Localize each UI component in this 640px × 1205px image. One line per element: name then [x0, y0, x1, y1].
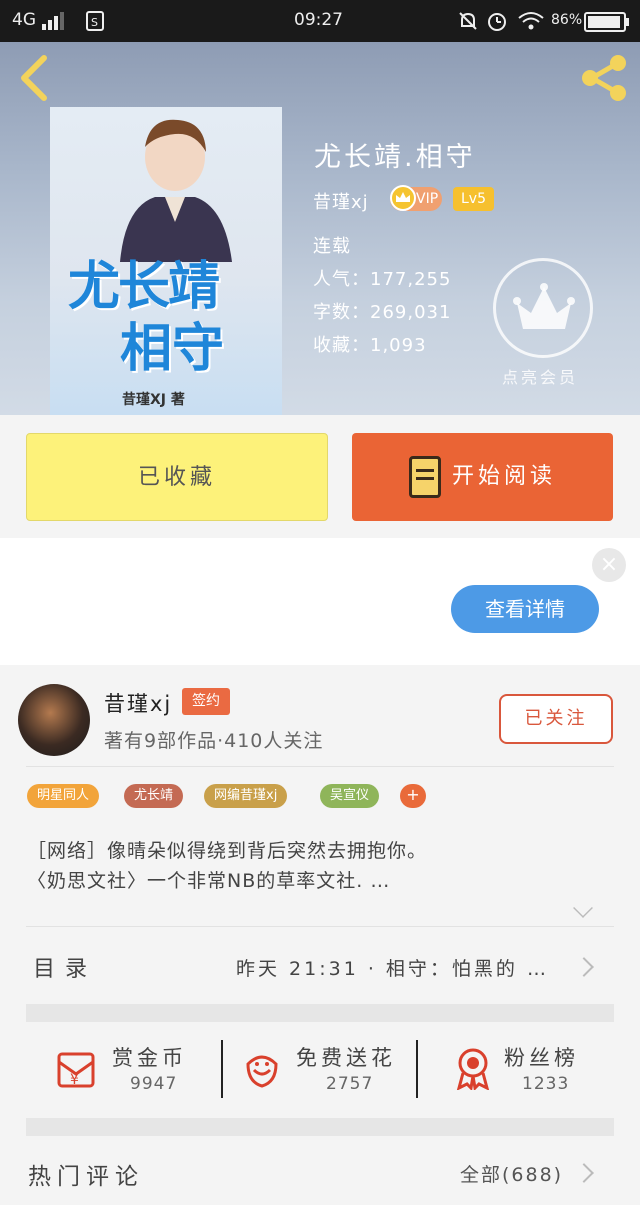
member-label: 点亮会员: [502, 368, 579, 387]
divider: [26, 766, 614, 767]
expand-chevron-icon[interactable]: [573, 898, 593, 918]
vip-crown-icon: [390, 185, 416, 211]
share-icon[interactable]: [578, 52, 630, 104]
hot-comments-label: 热门评论: [28, 1164, 144, 1190]
stat-value: 1233: [522, 1074, 570, 1094]
stat-label[interactable]: 粉丝榜: [504, 1042, 579, 1072]
latest-chapter[interactable]: 昨天 21:31 · 相守：怕黑的 …: [236, 954, 549, 981]
tag-item[interactable]: 网编昔瑾xj: [204, 784, 288, 808]
stat-label[interactable]: 赏金币: [112, 1042, 187, 1072]
cover-title-line2: 相守: [120, 318, 225, 379]
author-name[interactable]: 昔瑾xj: [104, 688, 172, 718]
section-separator: [26, 1118, 614, 1136]
stat-value: 2757: [326, 1074, 374, 1094]
book-icon: [409, 456, 441, 498]
cover-title-line1: 尤长靖: [68, 256, 220, 317]
start-reading-button[interactable]: 开始阅读: [352, 433, 613, 521]
red-envelope-icon[interactable]: ¥: [55, 1046, 99, 1090]
sim-icon: S: [86, 11, 104, 31]
svg-text:S: S: [91, 16, 98, 29]
alarm-icon: [488, 13, 506, 31]
signed-badge: 签约: [182, 688, 230, 715]
tag-item[interactable]: 尤长靖: [124, 784, 184, 808]
book-word-count: 字数：269,031: [313, 302, 452, 323]
section-separator: [26, 1004, 614, 1022]
divider: [221, 1040, 223, 1098]
mute-icon: [459, 12, 477, 30]
chevron-right-icon[interactable]: [574, 1163, 594, 1183]
crown-icon: [513, 283, 575, 329]
member-button[interactable]: [493, 258, 593, 358]
divider: [416, 1040, 418, 1098]
book-cover[interactable]: 尤长靖 相守 昔瑾XJ 著: [50, 107, 282, 415]
all-comments-link[interactable]: 全部(688): [460, 1160, 563, 1187]
status-bar: 4G S 09:27 86%: [0, 0, 640, 42]
svg-text:¥: ¥: [70, 1072, 79, 1088]
wifi-icon: [518, 12, 544, 30]
stat-value: 9947: [130, 1074, 178, 1094]
cover-author: 昔瑾XJ 著: [122, 392, 185, 408]
divider: [26, 926, 614, 927]
book-popularity: 人气：177,255: [313, 269, 452, 290]
clock: 09:27: [294, 10, 343, 30]
battery-icon: [584, 12, 629, 32]
level-badge: Lv5: [453, 187, 494, 211]
signal-icon: [42, 12, 64, 30]
author-avatar[interactable]: [18, 684, 90, 756]
ad-close-button[interactable]: ×: [592, 548, 626, 582]
tag-item[interactable]: 明星同人: [27, 784, 100, 808]
book-title: 尤长靖.相守: [314, 142, 476, 173]
flower-icon[interactable]: [240, 1046, 284, 1090]
back-icon[interactable]: [16, 54, 50, 102]
stat-label[interactable]: 免费送花: [296, 1042, 396, 1072]
battery-percent: 86%: [551, 12, 583, 28]
add-tag-button[interactable]: +: [400, 784, 426, 808]
network-label: 4G: [12, 10, 36, 30]
description-line2: 〈奶思文社〉一个非常NB的草率文社. …: [27, 870, 391, 892]
author-info: 著有9部作品·410人关注: [104, 730, 324, 752]
cover-portrait: [120, 119, 232, 262]
book-author[interactable]: 昔瑾xj: [313, 188, 369, 214]
follow-button[interactable]: 已关注: [499, 694, 613, 744]
medal-icon[interactable]: [451, 1046, 495, 1090]
book-favorites: 收藏：1,093: [313, 335, 427, 356]
view-details-button[interactable]: 查看详情: [451, 585, 599, 633]
toc-label[interactable]: 目录: [33, 951, 97, 983]
tag-item[interactable]: 吴宣仪: [320, 784, 380, 808]
favorited-button[interactable]: 已收藏: [26, 433, 328, 521]
description-line1: ［网络］像晴朵似得绕到背后突然去拥抱你。: [27, 840, 428, 862]
chevron-right-icon[interactable]: [574, 957, 594, 977]
book-status: 连载: [313, 236, 351, 257]
